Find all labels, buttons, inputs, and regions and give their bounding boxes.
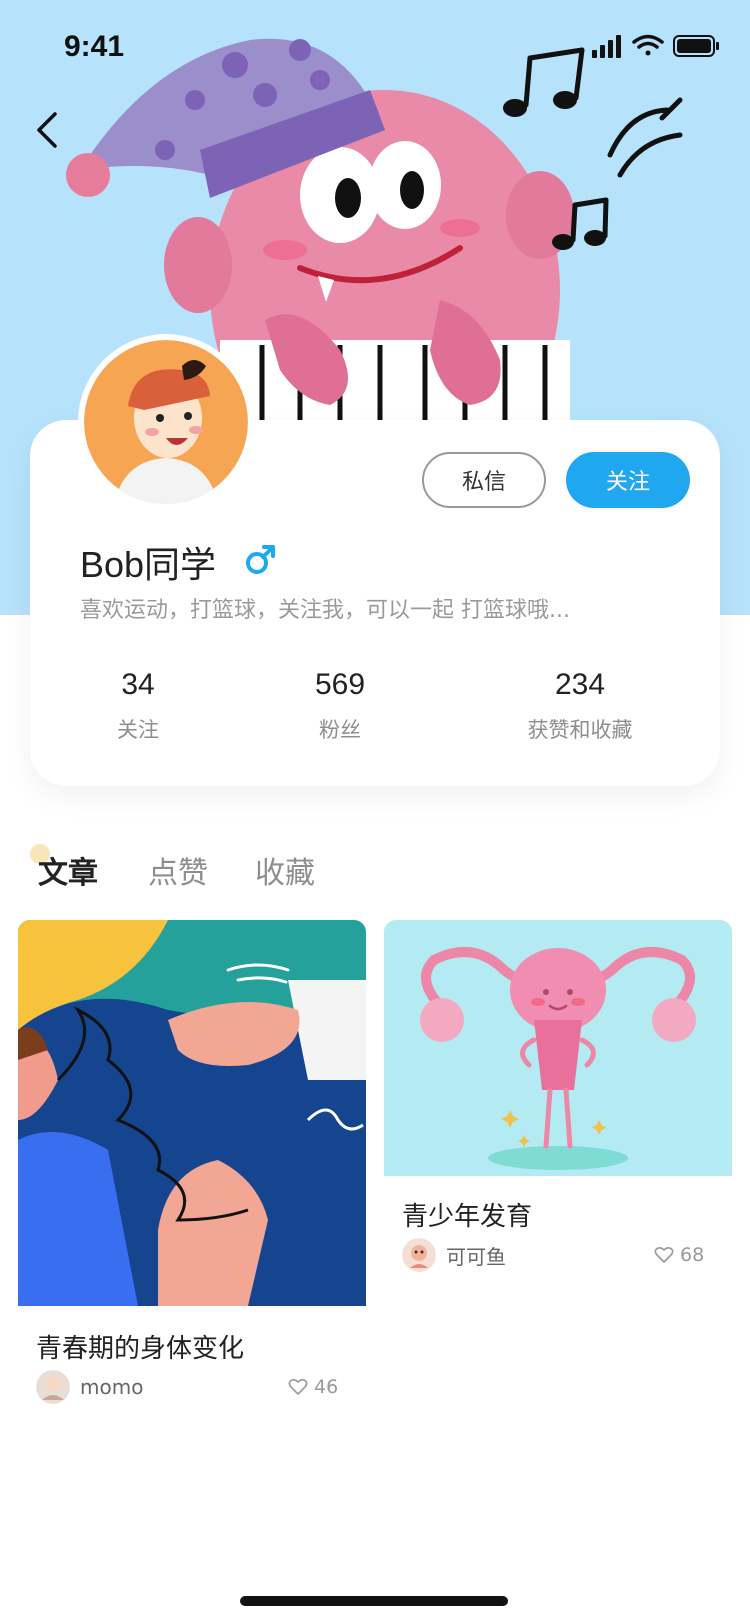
follow-button[interactable]: 关注	[566, 452, 690, 508]
like-count-value: 46	[314, 1376, 339, 1398]
article-card[interactable]: 青春期的身体变化 momo 46	[18, 920, 366, 1404]
stat-likes-collections[interactable]: 234 获赞和收藏	[500, 668, 660, 744]
tab-likes[interactable]: 点赞	[148, 848, 208, 892]
battery-icon	[673, 35, 719, 57]
chevron-left-icon	[37, 112, 57, 148]
user-bio: 喜欢运动，打篮球，关注我，可以一起 打篮球哦...	[80, 598, 570, 623]
author-avatar	[402, 1238, 436, 1272]
article-title: 青少年发育	[402, 1202, 533, 1232]
author-name: momo	[80, 1375, 144, 1399]
stat-following[interactable]: 34 关注	[88, 668, 188, 744]
home-indicator[interactable]	[240, 1596, 508, 1606]
status-icons	[592, 34, 719, 58]
back-button[interactable]	[22, 100, 70, 160]
signal-icon	[592, 35, 621, 58]
message-button[interactable]: 私信	[422, 452, 546, 508]
article-author[interactable]: momo	[36, 1370, 143, 1404]
tab-articles[interactable]: 文章	[38, 848, 98, 892]
status-time: 9:41	[64, 30, 125, 63]
stat-value: 234	[554, 668, 606, 701]
stat-label: 获赞和收藏	[527, 718, 633, 742]
heart-icon	[654, 1246, 674, 1263]
male-gender-icon	[246, 545, 275, 574]
article-cover-image	[18, 920, 366, 1306]
like-count[interactable]: 68	[654, 1244, 704, 1266]
article-title: 青春期的身体变化	[36, 1334, 245, 1364]
avatar[interactable]	[78, 334, 254, 510]
article-author[interactable]: 可可鱼	[402, 1238, 506, 1272]
stat-fans[interactable]: 569 粉丝	[290, 668, 390, 744]
wifi-icon	[632, 34, 664, 56]
like-count-value: 68	[680, 1244, 705, 1266]
author-avatar	[36, 1370, 70, 1404]
heart-icon	[288, 1378, 308, 1395]
tab-collections[interactable]: 收藏	[255, 848, 315, 892]
user-name: Bob同学	[80, 544, 217, 585]
status-bar: 9:41	[0, 0, 750, 96]
author-name: 可可鱼	[446, 1244, 506, 1269]
stat-label: 粉丝	[319, 718, 361, 742]
article-cover-image	[384, 920, 732, 1176]
article-card[interactable]: 青少年发育 可可鱼 68	[384, 920, 732, 1272]
stat-label: 关注	[117, 718, 159, 742]
stat-value: 569	[314, 668, 366, 701]
stat-value: 34	[121, 668, 155, 701]
like-count[interactable]: 46	[288, 1376, 338, 1398]
